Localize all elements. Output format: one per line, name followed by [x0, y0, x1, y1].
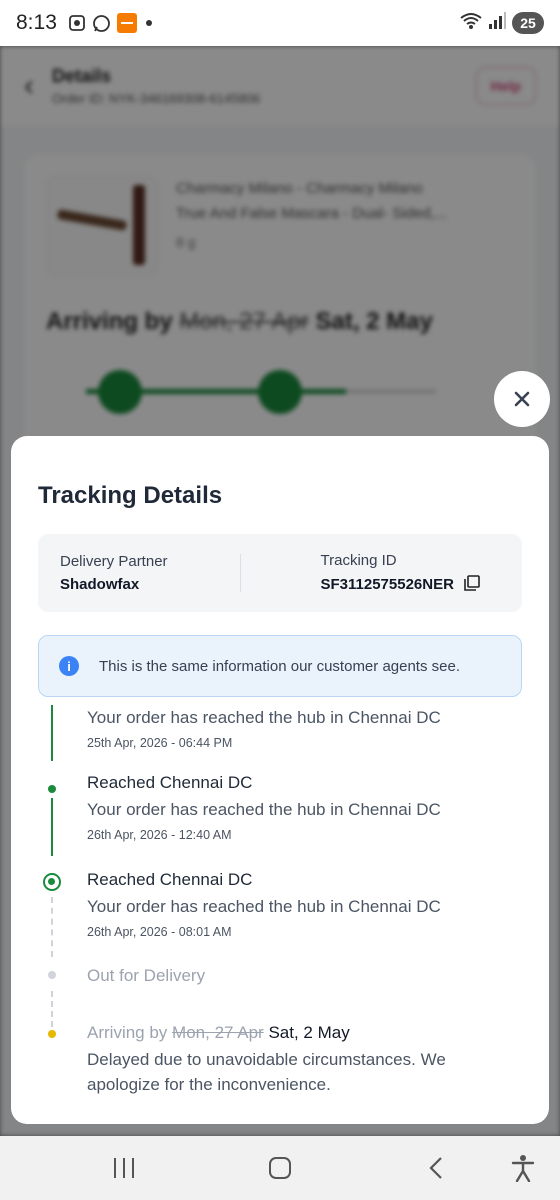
tracking-id-label: Tracking ID — [320, 551, 397, 569]
info-icon: i — [59, 656, 79, 676]
timeline-desc: Your order has reached the hub in Chenna… — [87, 897, 441, 916]
recents-button[interactable] — [99, 1143, 149, 1193]
whatsapp-icon — [92, 13, 112, 33]
card-divider — [239, 554, 241, 592]
timeline-connector — [51, 798, 53, 856]
tracking-timeline[interactable]: Your order has reached the hub in Chenna… — [38, 705, 522, 1124]
timeline-dot-current — [43, 873, 61, 891]
tracking-id-row: SF3112575526NER — [321, 574, 501, 595]
timeline-title: Reached Chennai DC — [87, 773, 253, 792]
sheet-title: Tracking Details — [38, 482, 223, 509]
arriving-prefix: Arriving by — [87, 1023, 168, 1042]
arriving-old-date: Mon, 27 Apr — [172, 1023, 264, 1042]
info-text: This is the same information our custome… — [99, 657, 460, 675]
timeline-dot-complete — [48, 785, 56, 793]
tracking-id-value[interactable]: SF3112575526NER — [321, 576, 454, 593]
accessibility-icon — [511, 1155, 535, 1182]
status-time: 8:13 — [16, 11, 57, 34]
copy-icon — [464, 574, 480, 591]
close-button[interactable] — [494, 371, 550, 427]
screenshot-icon — [67, 13, 87, 33]
timeline-dot-arriving — [48, 1030, 56, 1038]
timeline-desc: Your order has reached the hub in Chenna… — [87, 708, 441, 727]
timeline-connector-dashed — [51, 991, 53, 1027]
home-icon — [269, 1157, 291, 1179]
status-bar: 8:13 25 — [0, 0, 560, 46]
timeline-desc: Your order has reached the hub in Chenna… — [87, 800, 441, 819]
back-icon — [429, 1157, 442, 1179]
delivery-partner-card: Delivery Partner Shadowfax Tracking ID S… — [38, 534, 522, 612]
timeline-connector-dashed — [51, 897, 53, 957]
temu-icon — [116, 13, 137, 33]
timeline-dot-pending — [48, 971, 56, 979]
timeline-connector — [51, 705, 53, 761]
close-icon — [514, 391, 530, 407]
timeline-date: 26th Apr, 2026 - 12:40 AM — [87, 828, 232, 842]
arriving-new-date: Sat, 2 May — [268, 1023, 350, 1042]
timeline-title: Reached Chennai DC — [87, 870, 253, 889]
timeline-date: 25th Apr, 2026 - 06:44 PM — [87, 736, 233, 750]
signal-icon — [488, 11, 506, 35]
accessibility-button[interactable] — [498, 1143, 548, 1193]
tracking-details-sheet: Tracking Details Delivery Partner Shadow… — [11, 436, 549, 1124]
battery-badge: 25 — [512, 12, 544, 34]
timeline-title: Out for Delivery — [87, 966, 206, 985]
recents-icon — [114, 1158, 134, 1178]
delivery-partner-value: Shadowfax — [60, 576, 140, 593]
timeline-date: 26th Apr, 2026 - 08:01 AM — [87, 925, 232, 939]
navigation-bar — [0, 1136, 560, 1200]
timeline-desc: Delayed due to unavoidable circumstances… — [87, 1050, 446, 1094]
home-button[interactable] — [255, 1143, 305, 1193]
wifi-icon — [460, 12, 482, 35]
timeline-title: Arriving by Mon, 27 Apr Sat, 2 May — [87, 1023, 487, 1043]
delivery-partner-label: Delivery Partner — [60, 553, 168, 570]
info-banner: i This is the same information our custo… — [38, 635, 522, 697]
copy-tracking-button[interactable] — [464, 574, 480, 595]
notification-dot — [145, 20, 152, 26]
back-button[interactable] — [411, 1143, 461, 1193]
